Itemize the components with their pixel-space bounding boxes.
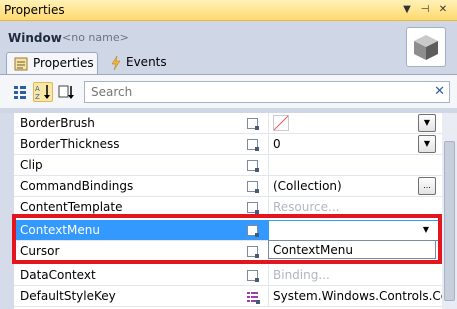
red-highlight-box [12, 214, 442, 264]
property-value-text: Resource... [273, 200, 340, 214]
property-row-borderthickness[interactable]: BorderThickness 0 ▼ [14, 134, 442, 155]
property-name: ContentTemplate [20, 200, 123, 214]
property-row-datacontext[interactable]: DataContext Binding... [14, 265, 442, 286]
lightning-icon [108, 55, 124, 71]
object-name-label[interactable]: <no name> [62, 31, 129, 44]
property-marker-icon[interactable] [247, 181, 259, 193]
resource-list-icon[interactable] [247, 291, 260, 304]
property-row-defaultstylekey[interactable]: DefaultStyleKey System.Windows.Controls.… [14, 286, 453, 307]
property-value[interactable]: (Collection) ... [268, 176, 442, 197]
property-name: BorderBrush [20, 116, 95, 130]
property-row-commandbindings[interactable]: CommandBindings (Collection) ... [14, 176, 442, 197]
scrollbar-thumb[interactable] [444, 141, 455, 301]
property-row-borderbrush[interactable]: BorderBrush ▼ [14, 113, 442, 134]
property-marker-icon[interactable] [247, 202, 259, 214]
tab-properties-label: Properties [33, 56, 94, 70]
object-header: Window <no name> Properties Events A Z S… [0, 21, 457, 113]
property-marker-icon[interactable] [247, 160, 259, 172]
property-value[interactable]: System.Windows.Controls.Cor [268, 286, 453, 307]
tab-properties[interactable]: Properties [6, 52, 98, 74]
properties-icon [13, 56, 29, 72]
property-marker-icon[interactable] [247, 118, 259, 130]
property-name: BorderThickness [20, 137, 120, 151]
tab-events-label: Events [126, 55, 167, 69]
property-value-text: 0 [273, 137, 281, 151]
property-name: Clip [20, 158, 43, 172]
ellipsis-button[interactable]: ... [418, 177, 436, 195]
categorize-button[interactable] [10, 82, 30, 102]
search-box: ✕ [84, 81, 450, 103]
panel-title: Properties [4, 3, 65, 17]
property-row-clip[interactable]: Clip [14, 155, 442, 176]
property-marker-icon[interactable] [247, 270, 259, 282]
brush-swatch-icon [273, 115, 289, 131]
search-input[interactable] [85, 82, 415, 102]
property-value-text: System.Windows.Controls.Cor [273, 289, 454, 303]
sort-alphabetical-button[interactable]: A Z [33, 82, 53, 102]
property-name: DefaultStyleKey [20, 289, 116, 303]
property-value[interactable]: ▼ [268, 113, 442, 134]
dropdown-button[interactable]: ▼ [418, 135, 436, 153]
sort-source-button[interactable] [56, 82, 76, 102]
dropdown-button[interactable]: ▼ [418, 114, 436, 132]
clear-search-icon[interactable]: ✕ [434, 84, 445, 99]
property-toolbar: A Z ✕ [0, 74, 457, 108]
property-value[interactable]: 0 ▼ [268, 134, 442, 155]
svg-text:Z: Z [35, 93, 40, 101]
property-value-text: Binding... [273, 268, 330, 282]
dropdown-arrow-icon[interactable]: ▼ [400, 3, 414, 17]
property-name: CommandBindings [20, 179, 134, 193]
grid-gutter [0, 113, 14, 309]
property-marker-icon[interactable] [247, 139, 259, 151]
object-type-label: Window [8, 31, 62, 45]
property-value[interactable]: Binding... [268, 265, 442, 286]
property-name: DataContext [20, 268, 96, 282]
grid-scrollbar[interactable] [442, 113, 457, 309]
object-preview-icon [406, 27, 446, 67]
property-grid: BorderBrush ▼ BorderThickness 0 ▼ Clip C… [0, 113, 457, 309]
svg-text:A: A [35, 85, 40, 93]
close-icon[interactable]: ✕ [436, 3, 450, 17]
property-value-text: (Collection) [273, 179, 342, 193]
property-value[interactable] [268, 155, 442, 176]
tab-events[interactable]: Events [104, 52, 174, 74]
panel-title-bar: Properties ▼ ⊣ ✕ [0, 0, 457, 21]
pin-icon[interactable]: ⊣ [418, 3, 432, 17]
